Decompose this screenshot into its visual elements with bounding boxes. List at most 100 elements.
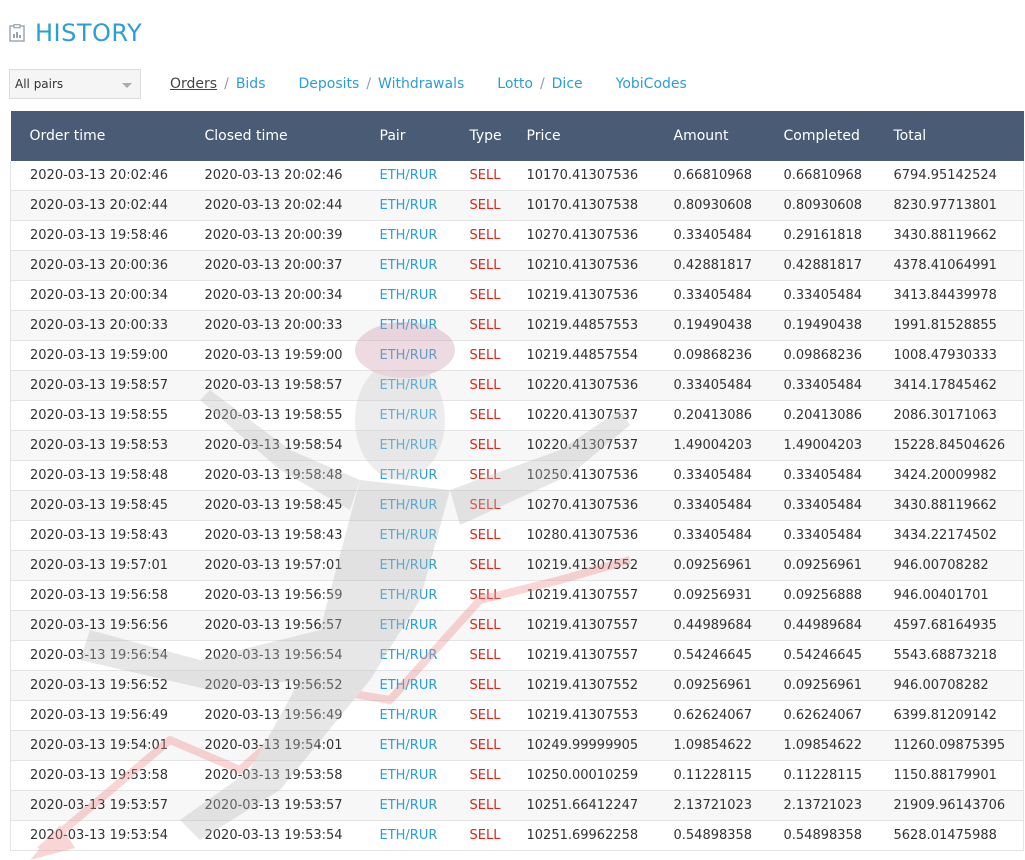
price-cell: 10219.41307553 — [526, 700, 674, 731]
pair-link[interactable]: ETH/RUR — [379, 820, 470, 851]
table-row: 2020-03-13 19:58:57 2020-03-13 19:58:57 ET… — [10, 370, 1024, 401]
pair-link[interactable]: ETH/RUR — [379, 460, 470, 491]
pair-link[interactable]: ETH/RUR — [379, 310, 470, 341]
closed-time-cell: 2020-03-13 19:53:57 — [204, 790, 380, 821]
completed-cell: 0.54246645 — [783, 640, 894, 671]
pair-link[interactable]: ETH/RUR — [379, 700, 470, 731]
nav-dice-link[interactable]: Dice — [552, 76, 583, 92]
pair-link[interactable]: ETH/RUR — [379, 550, 470, 581]
completed-cell: 1.09854622 — [783, 730, 894, 761]
completed-cell: 0.33405484 — [783, 520, 894, 551]
amount-cell: 0.19490438 — [673, 310, 784, 341]
pair-link[interactable]: ETH/RUR — [379, 520, 470, 551]
page-title: HISTORY — [35, 19, 143, 47]
completed-cell: 1.49004203 — [783, 430, 894, 461]
report-icon — [9, 24, 25, 42]
amount-cell: 0.09256961 — [673, 670, 784, 701]
pair-link[interactable]: ETH/RUR — [379, 610, 470, 641]
table-row: 2020-03-13 19:58:55 2020-03-13 19:58:55 ET… — [10, 400, 1024, 431]
completed-cell: 0.62624067 — [783, 700, 894, 731]
type-cell: SELL — [469, 190, 527, 221]
amount-cell: 0.09868236 — [673, 340, 784, 371]
total-cell: 4378.41064991 — [893, 250, 1024, 281]
pair-link[interactable]: ETH/RUR — [379, 190, 470, 221]
pair-link[interactable]: ETH/RUR — [379, 730, 470, 761]
column-header[interactable]: Amount — [673, 111, 784, 161]
pair-link[interactable]: ETH/RUR — [379, 430, 470, 461]
pair-link[interactable]: ETH/RUR — [379, 580, 470, 611]
pair-link[interactable]: ETH/RUR — [379, 640, 470, 671]
price-cell: 10280.41307536 — [526, 520, 674, 551]
pair-link[interactable]: ETH/RUR — [379, 790, 470, 821]
pair-link[interactable]: ETH/RUR — [379, 280, 470, 311]
column-header[interactable]: Order time — [10, 111, 205, 161]
closed-time-cell: 2020-03-13 19:58:43 — [204, 520, 380, 551]
type-cell: SELL — [469, 400, 527, 431]
total-cell: 5628.01475988 — [893, 820, 1024, 851]
nav-orders-link[interactable]: Orders — [170, 76, 217, 92]
table-row: 2020-03-13 19:56:52 2020-03-13 19:56:52 ET… — [10, 670, 1024, 701]
order-time-cell: 2020-03-13 19:58:46 — [10, 220, 205, 251]
price-cell: 10250.41307536 — [526, 460, 674, 491]
order-time-cell: 2020-03-13 19:56:56 — [10, 610, 205, 641]
table-header-row: Order time Closed time Pair Type Price A… — [10, 111, 1024, 161]
table-row: 2020-03-13 20:00:33 2020-03-13 20:00:33 ET… — [10, 310, 1024, 341]
pair-link[interactable]: ETH/RUR — [379, 760, 470, 791]
column-header[interactable]: Closed time — [204, 111, 380, 161]
nav-yobicodes-link[interactable]: YobiCodes — [616, 76, 687, 92]
total-cell: 6399.81209142 — [893, 700, 1024, 731]
amount-cell: 0.66810968 — [673, 161, 784, 191]
completed-cell: 2.13721023 — [783, 790, 894, 821]
type-cell: SELL — [469, 520, 527, 551]
type-cell: SELL — [469, 550, 527, 581]
total-cell: 4597.68164935 — [893, 610, 1024, 641]
nav-bids-link[interactable]: Bids — [236, 76, 266, 92]
closed-time-cell: 2020-03-13 19:59:00 — [204, 340, 380, 371]
closed-time-cell: 2020-03-13 19:58:48 — [204, 460, 380, 491]
nav-deposits-link[interactable]: Deposits — [299, 76, 360, 92]
amount-cell: 0.20413086 — [673, 400, 784, 431]
column-header[interactable]: Total — [893, 111, 1024, 161]
pair-filter-select[interactable]: All pairs — [9, 69, 141, 99]
order-time-cell: 2020-03-13 19:58:55 — [10, 400, 205, 431]
closed-time-cell: 2020-03-13 19:56:52 — [204, 670, 380, 701]
table-row: 2020-03-13 20:02:44 2020-03-13 20:02:44 ET… — [10, 190, 1024, 221]
pair-link[interactable]: ETH/RUR — [379, 400, 470, 431]
pair-link[interactable]: ETH/RUR — [379, 670, 470, 701]
pair-link[interactable]: ETH/RUR — [379, 250, 470, 281]
pair-link[interactable]: ETH/RUR — [379, 490, 470, 521]
nav-lotto-link[interactable]: Lotto — [497, 76, 533, 92]
type-cell: SELL — [469, 370, 527, 401]
toolbar: All pairs Orders / Bids Deposits / Withd… — [9, 68, 687, 100]
nav-withdrawals-link[interactable]: Withdrawals — [378, 76, 464, 92]
completed-cell: 0.29161818 — [783, 220, 894, 251]
amount-cell: 1.49004203 — [673, 430, 784, 461]
amount-cell: 0.42881817 — [673, 250, 784, 281]
column-header[interactable]: Completed — [783, 111, 894, 161]
pair-link[interactable]: ETH/RUR — [379, 220, 470, 251]
type-cell: SELL — [469, 280, 527, 311]
type-cell: SELL — [469, 700, 527, 731]
table-row: 2020-03-13 20:00:36 2020-03-13 20:00:37 ET… — [10, 250, 1024, 281]
amount-cell: 0.09256931 — [673, 580, 784, 611]
pair-link[interactable]: ETH/RUR — [379, 161, 470, 191]
closed-time-cell: 2020-03-13 19:56:59 — [204, 580, 380, 611]
total-cell: 946.00401701 — [893, 580, 1024, 611]
amount-cell: 0.33405484 — [673, 370, 784, 401]
price-cell: 10249.99999905 — [526, 730, 674, 761]
total-cell: 3430.88119662 — [893, 220, 1024, 251]
table-row: 2020-03-13 19:53:58 2020-03-13 19:53:58 ET… — [10, 760, 1024, 791]
amount-cell: 0.33405484 — [673, 490, 784, 521]
closed-time-cell: 2020-03-13 19:54:01 — [204, 730, 380, 761]
order-time-cell: 2020-03-13 19:53:57 — [10, 790, 205, 821]
orders-table: Order time Closed time Pair Type Price A… — [10, 111, 1024, 851]
column-header[interactable]: Price — [526, 111, 674, 161]
total-cell: 2086.30171063 — [893, 400, 1024, 431]
pair-link[interactable]: ETH/RUR — [379, 340, 470, 371]
order-time-cell: 2020-03-13 19:56:49 — [10, 700, 205, 731]
order-time-cell: 2020-03-13 19:58:53 — [10, 430, 205, 461]
column-header[interactable]: Pair — [379, 111, 470, 161]
pair-link[interactable]: ETH/RUR — [379, 370, 470, 401]
column-header[interactable]: Type — [469, 111, 527, 161]
completed-cell: 0.09256961 — [783, 670, 894, 701]
